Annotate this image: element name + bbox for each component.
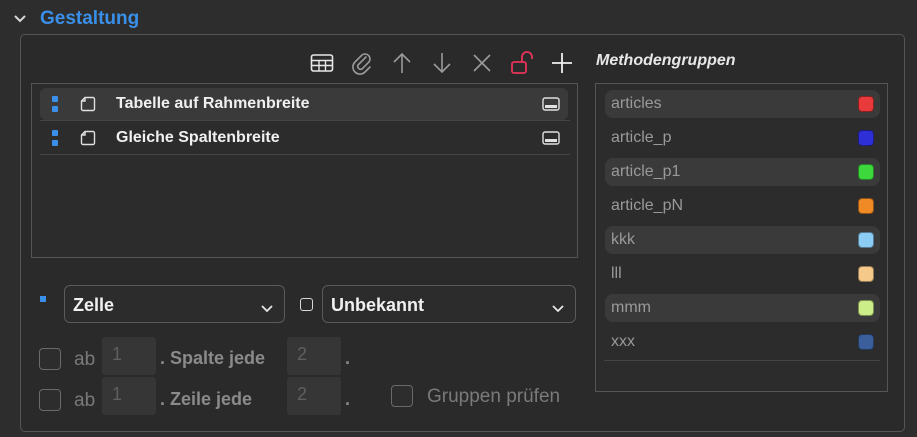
arrow-down-icon[interactable] xyxy=(422,48,462,78)
row-start-field[interactable]: 1 xyxy=(102,377,156,415)
list-item[interactable]: mmm xyxy=(605,294,880,322)
row-start-value: 1 xyxy=(112,384,123,404)
check-groups-checkbox[interactable] xyxy=(391,385,413,407)
close-icon[interactable] xyxy=(462,48,502,78)
chevron-down-icon[interactable] xyxy=(12,11,28,27)
check-groups-label: Gruppen prüfen xyxy=(427,386,561,407)
group-label: xxx xyxy=(611,333,635,350)
arrow-up-icon[interactable] xyxy=(382,48,422,78)
list-item[interactable]: Gleiche Spaltenbreite xyxy=(40,122,568,154)
drag-handle-icon[interactable] xyxy=(52,96,58,112)
list-divider xyxy=(40,154,570,155)
column-start-field[interactable]: 1 xyxy=(102,337,156,375)
group-label: article_p1 xyxy=(611,163,681,180)
color-swatch[interactable] xyxy=(858,266,874,282)
plus-icon[interactable] xyxy=(542,48,582,78)
row-every-field[interactable]: 2 xyxy=(287,377,341,415)
list-item-label: Tabelle auf Rahmenbreite xyxy=(116,95,310,112)
keyboard-icon[interactable] xyxy=(542,131,560,150)
row-suffix-label: . xyxy=(345,389,351,409)
list-item-label: Gleiche Spaltenbreite xyxy=(116,129,280,146)
list-item[interactable]: article_p1 xyxy=(605,158,880,186)
state-select[interactable]: Unbekannt xyxy=(322,285,576,323)
section-title: Gestaltung xyxy=(40,8,140,29)
rules-list[interactable]: Tabelle auf Rahmenbreite Gleiche Spalten… xyxy=(31,83,578,258)
row-every-value: 2 xyxy=(297,384,308,404)
list-item[interactable]: xxx xyxy=(605,328,880,356)
color-swatch[interactable] xyxy=(858,232,874,248)
color-swatch[interactable] xyxy=(858,164,874,180)
group-label: lll xyxy=(611,265,622,282)
methods-panel-title: Methodengruppen xyxy=(596,52,736,69)
list-item[interactable]: lll xyxy=(605,260,880,288)
row-ab-label: ab xyxy=(74,390,96,411)
column-every-label: . Spalte jede xyxy=(160,348,266,368)
group-label: article_pN xyxy=(611,197,684,214)
cell-type-select[interactable]: Zelle xyxy=(64,285,285,323)
list-divider xyxy=(40,120,570,121)
column-repeat-checkbox[interactable] xyxy=(39,348,61,370)
square-icon xyxy=(300,298,313,311)
color-swatch[interactable] xyxy=(858,198,874,214)
document-icon xyxy=(80,96,96,117)
color-swatch[interactable] xyxy=(858,334,874,350)
chevron-down-icon xyxy=(260,298,274,319)
column-every-value: 2 xyxy=(297,344,308,364)
column-ab-label: ab xyxy=(74,349,96,370)
document-icon xyxy=(80,130,96,151)
methods-group-list[interactable]: articles article_p article_p1 article_pN… xyxy=(595,83,888,392)
list-divider xyxy=(604,360,880,361)
row-every-label: . Zeile jede xyxy=(160,389,253,409)
row-repeat-checkbox[interactable] xyxy=(39,389,61,411)
color-swatch[interactable] xyxy=(858,96,874,112)
list-toolbar xyxy=(302,48,582,78)
list-item[interactable]: article_pN xyxy=(605,192,880,220)
paperclip-icon[interactable] xyxy=(342,48,382,78)
keyboard-icon[interactable] xyxy=(542,97,560,116)
section-header[interactable]: Gestaltung xyxy=(12,6,139,32)
column-every-field[interactable]: 2 xyxy=(287,337,341,375)
list-item[interactable]: article_p xyxy=(605,124,880,152)
list-item[interactable]: articles xyxy=(605,90,880,118)
group-label: articles xyxy=(611,95,662,112)
chevron-down-icon xyxy=(551,298,565,319)
color-swatch[interactable] xyxy=(858,300,874,316)
group-label: kkk xyxy=(611,231,635,248)
unlock-icon[interactable] xyxy=(502,48,542,78)
state-value: Unbekannt xyxy=(331,295,425,315)
cell-type-value: Zelle xyxy=(73,295,115,315)
group-label: article_p xyxy=(611,129,672,146)
table-icon[interactable] xyxy=(302,48,342,78)
group-label: mmm xyxy=(611,299,651,316)
drag-handle-icon[interactable] xyxy=(52,130,58,146)
color-swatch[interactable] xyxy=(858,130,874,146)
column-start-value: 1 xyxy=(112,344,123,364)
list-item[interactable]: kkk xyxy=(605,226,880,254)
list-item[interactable]: Tabelle auf Rahmenbreite xyxy=(40,88,568,120)
column-suffix-label: . xyxy=(345,348,351,368)
status-indicator xyxy=(40,296,46,302)
